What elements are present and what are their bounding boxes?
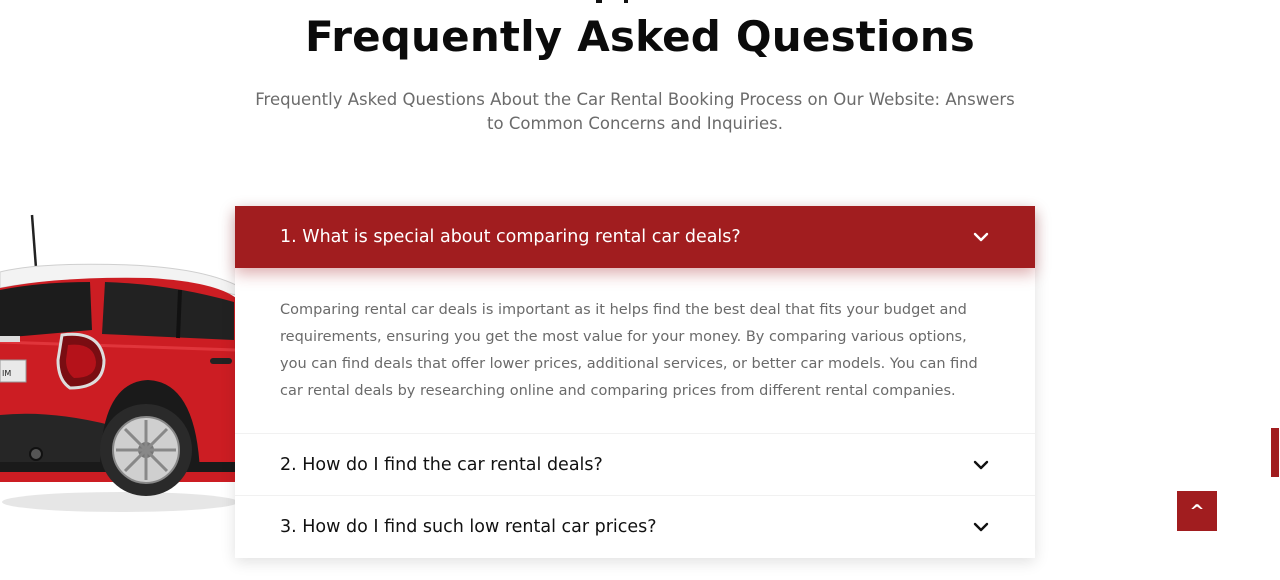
- svg-text:IM: IM: [2, 369, 11, 378]
- scroll-indicator[interactable]: [1271, 428, 1279, 477]
- page-title: Frequently Asked Questions: [304, 12, 976, 61]
- faq-question-1-label: 1. What is special about comparing renta…: [280, 227, 741, 247]
- faq-question-2[interactable]: 2. How do I find the car rental deals?: [235, 433, 1035, 495]
- faq-accordion: 1. What is special about comparing renta…: [235, 206, 1035, 558]
- car-illustration: IM: [0, 214, 238, 512]
- faq-answer-1: Comparing rental car deals is important …: [280, 302, 978, 399]
- back-to-top-button[interactable]: ^: [1177, 491, 1217, 531]
- page-subtitle: Frequently Asked Questions About the Car…: [255, 90, 1015, 133]
- previous-section-fragment: [596, 0, 628, 3]
- chevron-down-icon[interactable]: [972, 231, 990, 243]
- faq-question-3-label: 3. How do I find such low rental car pri…: [280, 516, 657, 537]
- caret-up-icon: ^: [1189, 500, 1205, 522]
- faq-question-3[interactable]: 3. How do I find such low rental car pri…: [235, 495, 1035, 557]
- faq-question-1[interactable]: 1. What is special about comparing renta…: [235, 206, 1035, 268]
- chevron-down-icon[interactable]: [972, 459, 990, 471]
- faq-question-2-label: 2. How do I find the car rental deals?: [280, 454, 603, 475]
- chevron-down-icon[interactable]: [972, 521, 990, 533]
